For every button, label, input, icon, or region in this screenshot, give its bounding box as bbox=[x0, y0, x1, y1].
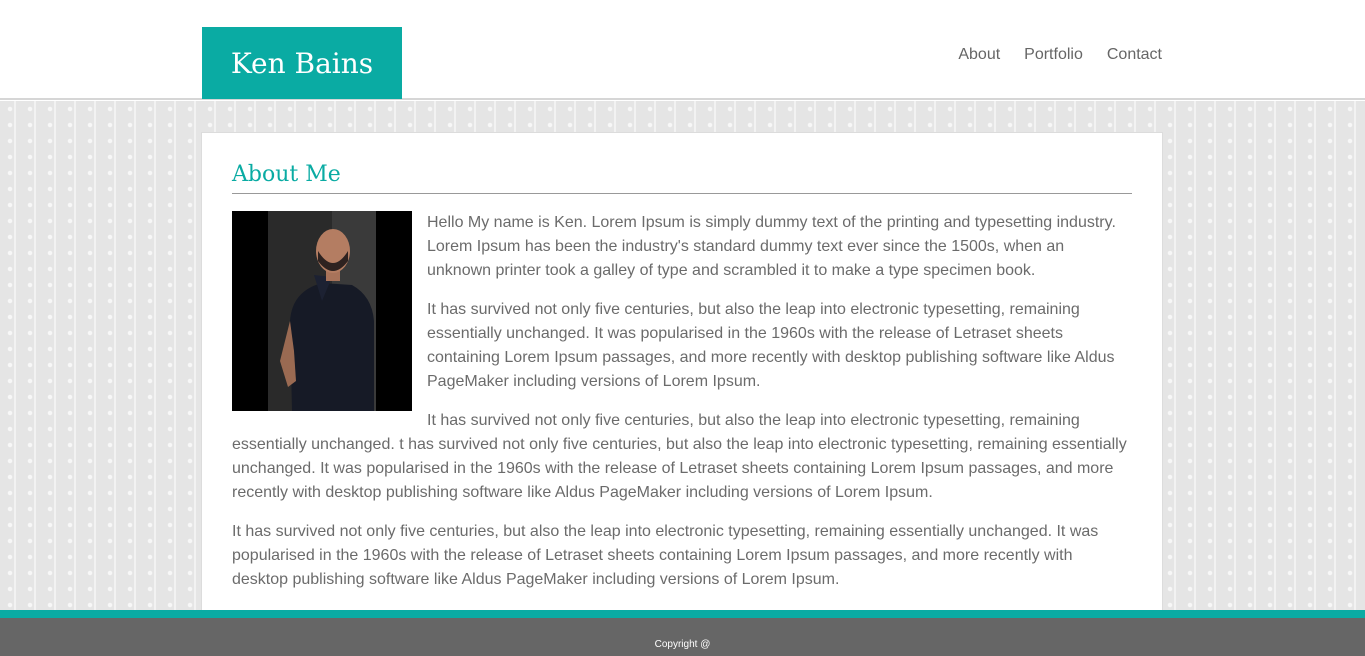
copyright-text: Copyright @ bbox=[654, 638, 711, 650]
site-logo[interactable]: Ken Bains bbox=[202, 27, 402, 99]
person-photo-icon bbox=[232, 211, 412, 411]
site-footer: Copyright @ bbox=[0, 618, 1365, 656]
about-paragraph: It has survived not only five centuries,… bbox=[232, 523, 1099, 588]
nav-link-about[interactable]: About bbox=[958, 46, 1000, 64]
nav-link-portfolio[interactable]: Portfolio bbox=[1024, 46, 1083, 64]
site-header: Ken Bains About Portfolio Contact bbox=[0, 0, 1365, 100]
profile-photo bbox=[232, 211, 412, 411]
about-paragraph: It has survived not only five centuries,… bbox=[232, 412, 1127, 501]
nav-link-contact[interactable]: Contact bbox=[1107, 46, 1162, 64]
page-title: About Me bbox=[232, 160, 1132, 194]
main-nav: About Portfolio Contact bbox=[958, 46, 1162, 64]
footer-accent-bar bbox=[0, 610, 1365, 618]
about-card: About Me Hello My name is Ken. Lorem Ips… bbox=[201, 132, 1163, 612]
